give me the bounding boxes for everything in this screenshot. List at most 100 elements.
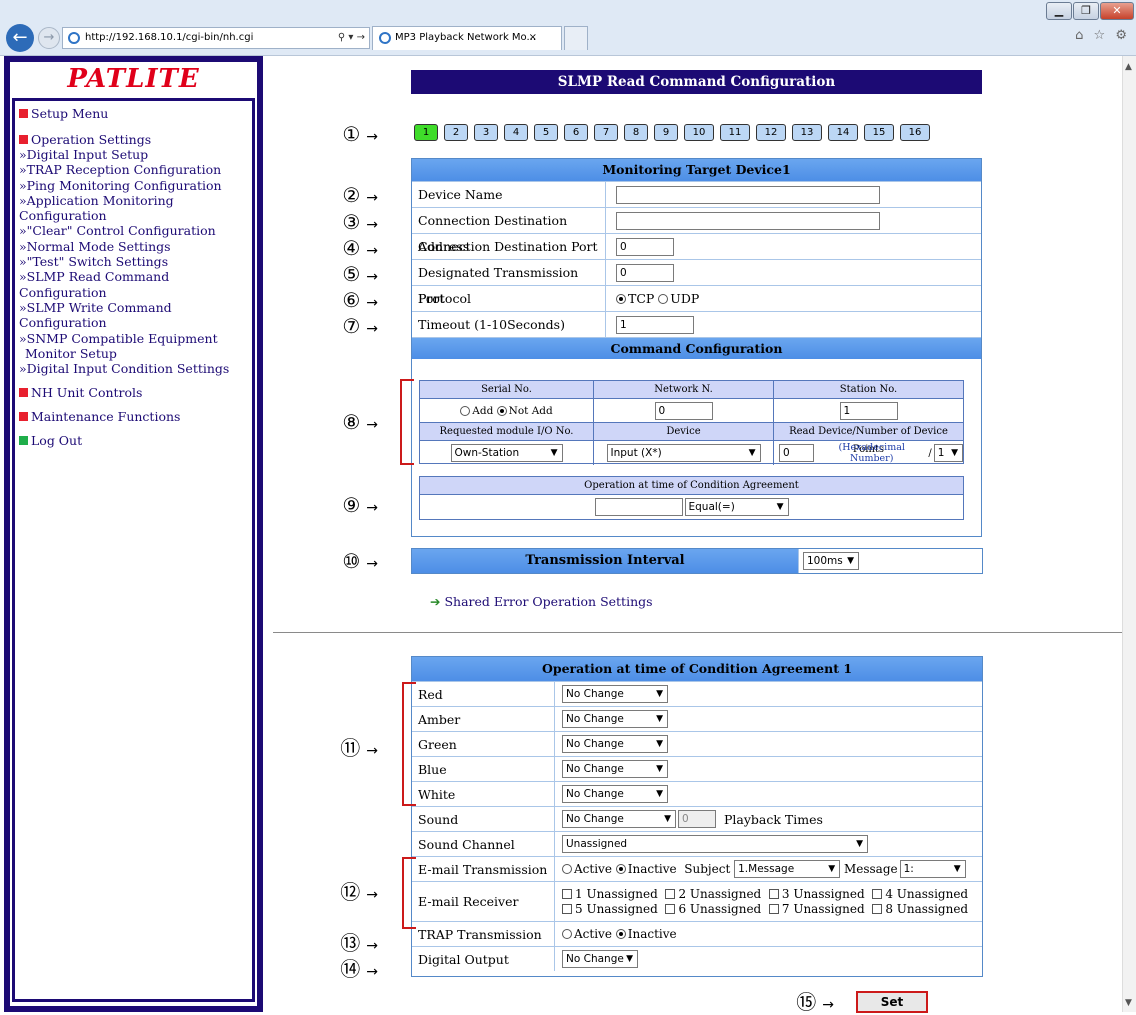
set-button[interactable]: Set <box>856 991 928 1013</box>
not-add-radio[interactable] <box>496 405 507 416</box>
add-radio[interactable] <box>460 405 471 416</box>
scrollbar[interactable]: ▲ ▼ <box>1122 56 1136 1012</box>
message-select[interactable]: 1: ▼ <box>899 860 966 878</box>
menu-snmp[interactable]: »SNMP Compatible Equipment <box>19 331 250 346</box>
close-window-button[interactable]: ✕ <box>1100 2 1134 20</box>
back-button[interactable]: ← <box>6 24 34 52</box>
chevron-down-icon: ▼ <box>951 448 958 458</box>
sound-select[interactable]: No Change ▼ <box>562 810 676 828</box>
menu-slmp-write[interactable]: »SLMP Write Command Configuration <box>19 300 250 331</box>
menu-test-switch[interactable]: »"Test" Switch Settings <box>19 254 250 269</box>
shared-error-link[interactable]: ➔ Shared Error Operation Settings <box>430 594 653 609</box>
sound-times-input[interactable]: 0 <box>678 810 716 828</box>
menu-normal-mode[interactable]: »Normal Mode Settings <box>19 239 250 254</box>
device-tab-7[interactable]: 7 <box>594 124 618 141</box>
menu-digital-input[interactable]: »Digital Input Setup <box>19 147 250 162</box>
device-tab-13[interactable]: 13 <box>792 124 822 141</box>
menu-ping-monitoring[interactable]: »Ping Monitoring Configuration <box>19 178 250 193</box>
network-input[interactable]: 0 <box>654 401 713 420</box>
device-name-input[interactable] <box>616 185 880 204</box>
device-tab-1[interactable]: 1 <box>414 124 438 141</box>
receiver-7-checkbox[interactable] <box>768 904 779 914</box>
menu-logout[interactable]: Log Out <box>19 434 250 448</box>
udp-radio[interactable] <box>658 293 669 304</box>
op-value-input[interactable] <box>594 498 683 516</box>
receiver-1-checkbox[interactable] <box>562 889 572 899</box>
white-select[interactable]: No Change ▼ <box>562 785 668 803</box>
scroll-down-icon[interactable]: ▼ <box>1125 998 1132 1008</box>
receiver-3-checkbox[interactable] <box>768 889 779 899</box>
station-input[interactable]: 1 <box>839 401 898 420</box>
station-header: Station No. <box>774 381 963 399</box>
green-select[interactable]: No Change ▼ <box>562 735 668 753</box>
receiver-4-checkbox[interactable] <box>872 889 883 899</box>
conn-address-input[interactable] <box>616 211 880 230</box>
menu-snmp-monitor[interactable]: Monitor Setup <box>19 346 250 361</box>
amber-select[interactable]: No Change ▼ <box>562 710 668 728</box>
op-compare-select[interactable]: Equal(=) ▼ <box>684 498 789 516</box>
device-tab-2[interactable]: 2 <box>444 124 468 141</box>
device-tab-12[interactable]: 12 <box>756 124 786 141</box>
device-tab-16[interactable]: 16 <box>900 124 930 141</box>
udp-label: UDP <box>670 291 700 306</box>
device-tab-5[interactable]: 5 <box>534 124 558 141</box>
command-config-table: Serial No. Network N. Station No. Add No… <box>419 380 964 465</box>
trap-inactive-radio[interactable] <box>615 929 626 939</box>
device-tab-10[interactable]: 10 <box>684 124 714 141</box>
device-tab-3[interactable]: 3 <box>474 124 498 141</box>
email-inactive-radio[interactable] <box>615 864 626 874</box>
device-select[interactable]: Input (X*) ▼ <box>606 444 761 462</box>
menu-nh-unit[interactable]: NH Unit Controls <box>19 386 250 400</box>
tcp-radio[interactable] <box>616 293 626 304</box>
menu-clear-control[interactable]: »"Clear" Control Configuration <box>19 223 250 238</box>
sound-channel-select[interactable]: Unassigned ▼ <box>562 835 868 853</box>
not-add-label: Not Add <box>508 404 553 417</box>
blue-select[interactable]: No Change ▼ <box>562 760 668 778</box>
chevron-down-icon: ▼ <box>776 502 784 512</box>
device-tab-6[interactable]: 6 <box>564 124 588 141</box>
search-refresh-icon[interactable]: ⚲ ▾ → <box>338 28 365 48</box>
browser-tab[interactable]: MP3 Playback Network Mo... × <box>372 26 562 50</box>
trap-active-radio[interactable] <box>562 929 572 939</box>
device-tab-14[interactable]: 14 <box>828 124 858 141</box>
timeout-input[interactable]: 1 <box>616 315 694 334</box>
read-device-input[interactable]: 0 <box>779 444 815 462</box>
conn-port-input[interactable]: 0 <box>616 237 674 256</box>
menu-setup[interactable]: Setup Menu <box>19 107 250 121</box>
receiver-5-checkbox[interactable] <box>562 904 572 914</box>
menu-slmp-read[interactable]: »SLMP Read Command Configuration <box>19 269 250 300</box>
interval-select[interactable]: 100ms ▼ <box>803 552 859 570</box>
menu-maintenance[interactable]: Maintenance Functions <box>19 410 250 424</box>
receiver-8-checkbox[interactable] <box>872 904 883 914</box>
new-tab-button[interactable] <box>564 26 588 50</box>
menu-trap-reception[interactable]: »TRAP Reception Configuration <box>19 162 250 177</box>
menu-digital-condition[interactable]: »Digital Input Condition Settings <box>19 361 250 376</box>
address-bar[interactable]: http://192.168.10.1/cgi-bin/nh.cgi ⚲ ▾ → <box>62 27 370 49</box>
red-select[interactable]: No Change ▼ <box>562 685 668 703</box>
close-tab-icon[interactable]: × <box>529 27 537 49</box>
maximize-button[interactable]: ❐ <box>1073 2 1099 20</box>
device-tab-8[interactable]: 8 <box>624 124 648 141</box>
device-tab-4[interactable]: 4 <box>504 124 528 141</box>
menu-operation-settings[interactable]: Operation Settings <box>19 133 250 147</box>
device-tab-9[interactable]: 9 <box>654 124 678 141</box>
menu-app-monitoring[interactable]: »Application Monitoring Configuration <box>19 193 250 224</box>
minimize-button[interactable]: ▁ <box>1046 2 1072 20</box>
subject-select[interactable]: 1.Message ▼ <box>734 860 841 878</box>
receiver-6-checkbox[interactable] <box>665 904 676 914</box>
tx-port-input[interactable]: 0 <box>616 263 674 282</box>
sidebar: PATLITE Setup Menu Operation Settings »D… <box>4 56 263 1012</box>
red-square-icon <box>19 388 28 398</box>
device-tab-11[interactable]: 11 <box>720 124 750 141</box>
email-tx-label: E-mail Transmission <box>412 857 555 881</box>
forward-button[interactable]: → <box>38 27 60 49</box>
module-select[interactable]: Own-Station ▼ <box>450 444 563 462</box>
points-select[interactable]: 1 ▼ <box>933 444 963 462</box>
email-active-radio[interactable] <box>562 864 572 874</box>
digital-output-select[interactable]: No Change ▼ <box>562 950 638 968</box>
scroll-up-icon[interactable]: ▲ <box>1125 62 1132 72</box>
home-favorites-settings-icon[interactable]: ⌂ ☆ ⚙ <box>1075 28 1130 43</box>
receiver-2-checkbox[interactable] <box>665 889 676 899</box>
device-tab-15[interactable]: 15 <box>864 124 894 141</box>
slash: / <box>928 447 932 459</box>
